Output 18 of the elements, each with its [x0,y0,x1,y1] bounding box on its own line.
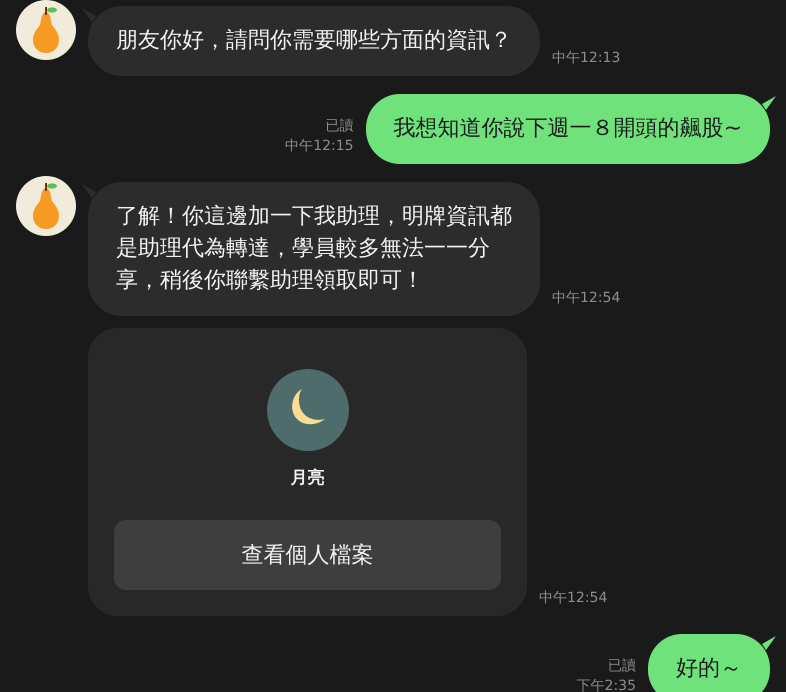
bubble-tail [762,636,776,650]
pear-avatar-icon[interactable] [16,0,76,60]
message-time: 中午12:54 [552,289,620,308]
read-receipt: 已讀 [326,117,354,136]
message-bubble: 了解！你這邊加一下我助理，明牌資訊都 是助理代為轉達，學員較多無法一一分 享，稍後你聯繫助理領取即可！ [88,182,540,316]
bubble-tail [762,96,776,110]
message-bubble: 好的～ [648,634,770,692]
read-receipt: 已讀 [608,657,636,676]
message-time: 中午12:13 [552,49,620,68]
view-profile-button[interactable]: 查看個人檔案 [114,520,501,590]
message-time: 下午2:35 [576,677,636,692]
message-bubble: 朋友你好，請問你需要哪些方面的資訊？ [88,6,540,76]
profile-name: 月亮 [290,467,324,489]
pear-avatar-icon[interactable] [16,176,76,236]
moon-avatar-icon[interactable] [266,369,348,451]
message-bubble: 我想知道你說下週一８開頭的飆股~ [366,94,770,164]
message-time: 中午12:54 [539,589,608,608]
message-time: 中午12:15 [285,137,354,156]
